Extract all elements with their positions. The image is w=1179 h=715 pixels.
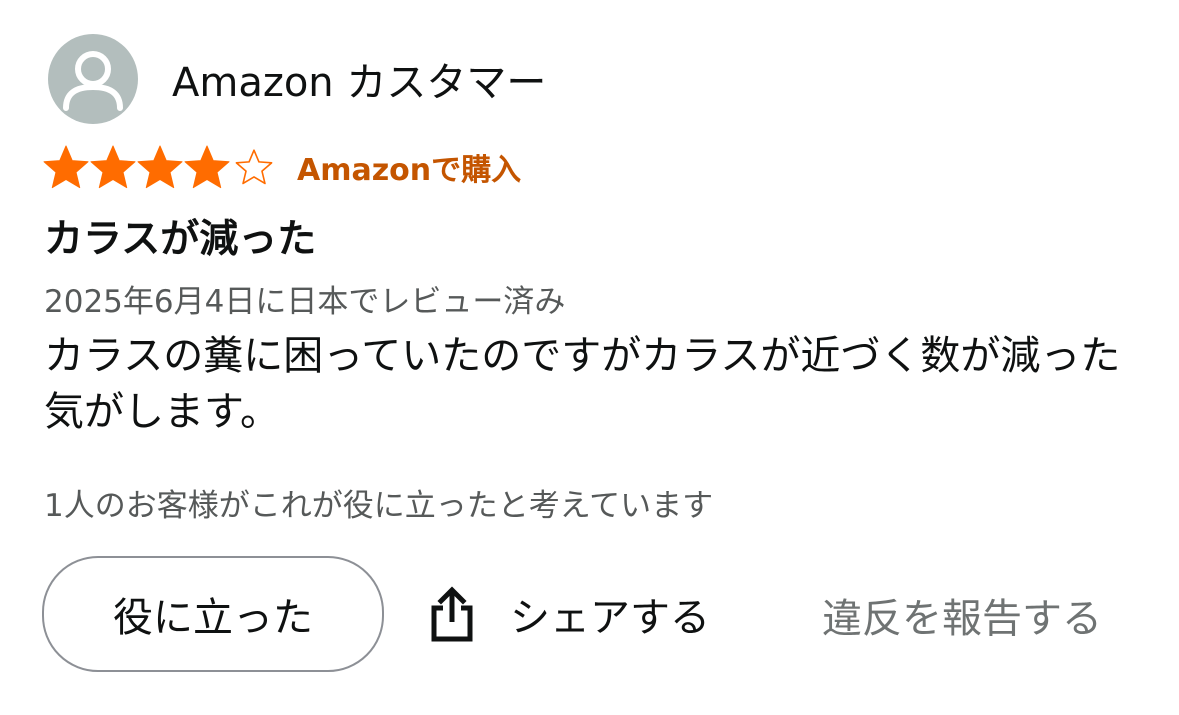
reviewer-profile[interactable]: Amazon カスタマー: [48, 34, 546, 124]
reviewer-name: Amazon カスタマー: [172, 60, 547, 106]
verified-purchase-badge: Amazonで購入: [297, 153, 522, 188]
share-button[interactable]: シェアする: [426, 572, 710, 656]
review-actions: 役に立った シェアする 違反を報告する: [42, 556, 1142, 672]
star-filled-icon: [184, 145, 230, 189]
report-abuse-link[interactable]: 違反を報告する: [822, 586, 1102, 644]
star-filled-icon: [90, 145, 136, 189]
rating-row: Amazonで購入: [42, 144, 521, 190]
review-body: カラスの糞に困っていたのですがカラスが近づく数が減った気がします。: [44, 333, 1121, 435]
star-rating[interactable]: [42, 144, 277, 190]
review-title[interactable]: カラスが減った: [44, 208, 316, 264]
default-user-avatar-icon: [48, 34, 138, 124]
review-card: Amazon カスタマー Amazonで購入 カラスが減った 2025年6月4日…: [0, 0, 1179, 715]
star-empty-icon: [235, 149, 273, 185]
helpful-button[interactable]: 役に立った: [42, 556, 384, 672]
star-filled-icon: [137, 145, 183, 189]
share-label: シェアする: [510, 595, 710, 641]
review-date: 2025年6月4日に日本でレビュー済み: [44, 284, 566, 320]
star-filled-icon: [43, 145, 89, 189]
share-icon: [431, 586, 473, 642]
helpful-count: 1人のお客様がこれが役に立ったと考えています: [44, 488, 714, 524]
